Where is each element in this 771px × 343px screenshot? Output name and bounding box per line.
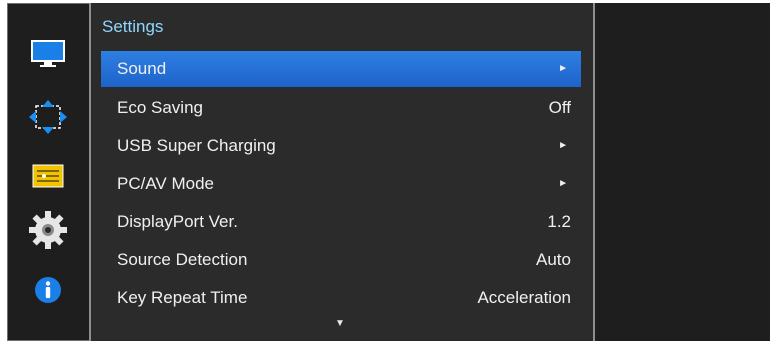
picture-adjust-icon[interactable] bbox=[25, 158, 71, 194]
menu-item-label: USB Super Charging bbox=[117, 136, 276, 155]
menu-item-sound[interactable]: Sound ► bbox=[101, 51, 581, 87]
menu-item-label: Key Repeat Time bbox=[117, 288, 248, 307]
picture-icon[interactable] bbox=[25, 37, 71, 73]
menu-item-label: Sound bbox=[117, 59, 167, 78]
settings-menu-panel: Settings Sound ► Eco Saving Off USB Supe… bbox=[89, 3, 595, 341]
submenu-arrow-icon: ► bbox=[558, 63, 568, 74]
menu-item-source-detection[interactable]: Source Detection Auto bbox=[101, 241, 581, 279]
menu-item-value: Off bbox=[548, 98, 571, 117]
menu-item-key-repeat-time[interactable]: Key Repeat Time Acceleration bbox=[101, 279, 581, 317]
menu-item-displayport-ver[interactable]: DisplayPort Ver. 1.2 bbox=[101, 203, 581, 241]
information-icon[interactable] bbox=[25, 272, 71, 308]
menu-title: Settings bbox=[102, 17, 164, 36]
menu-item-pc-av-mode[interactable]: PC/AV Mode ► bbox=[101, 165, 581, 203]
screen-size-icon[interactable] bbox=[25, 99, 71, 135]
menu-item-label: Eco Saving bbox=[117, 98, 203, 117]
menu-item-label: DisplayPort Ver. bbox=[117, 212, 238, 231]
scroll-down-arrow-icon[interactable]: ▼ bbox=[335, 318, 345, 329]
menu-item-value: Acceleration bbox=[477, 288, 571, 307]
submenu-arrow-icon: ► bbox=[558, 178, 568, 189]
menu-item-value: 1.2 bbox=[547, 212, 571, 231]
menu-item-value: Auto bbox=[536, 250, 571, 269]
icon-rail bbox=[7, 3, 89, 341]
right-pane bbox=[595, 3, 770, 341]
menu-list: Sound ► Eco Saving Off USB Super Chargin… bbox=[101, 51, 581, 317]
settings-gear-icon[interactable] bbox=[25, 211, 71, 249]
menu-item-usb-super-charging[interactable]: USB Super Charging ► bbox=[101, 127, 581, 165]
menu-item-eco-saving[interactable]: Eco Saving Off bbox=[101, 89, 581, 127]
menu-item-label: Source Detection bbox=[117, 250, 248, 269]
menu-item-label: PC/AV Mode bbox=[117, 174, 215, 193]
submenu-arrow-icon: ► bbox=[558, 140, 568, 151]
